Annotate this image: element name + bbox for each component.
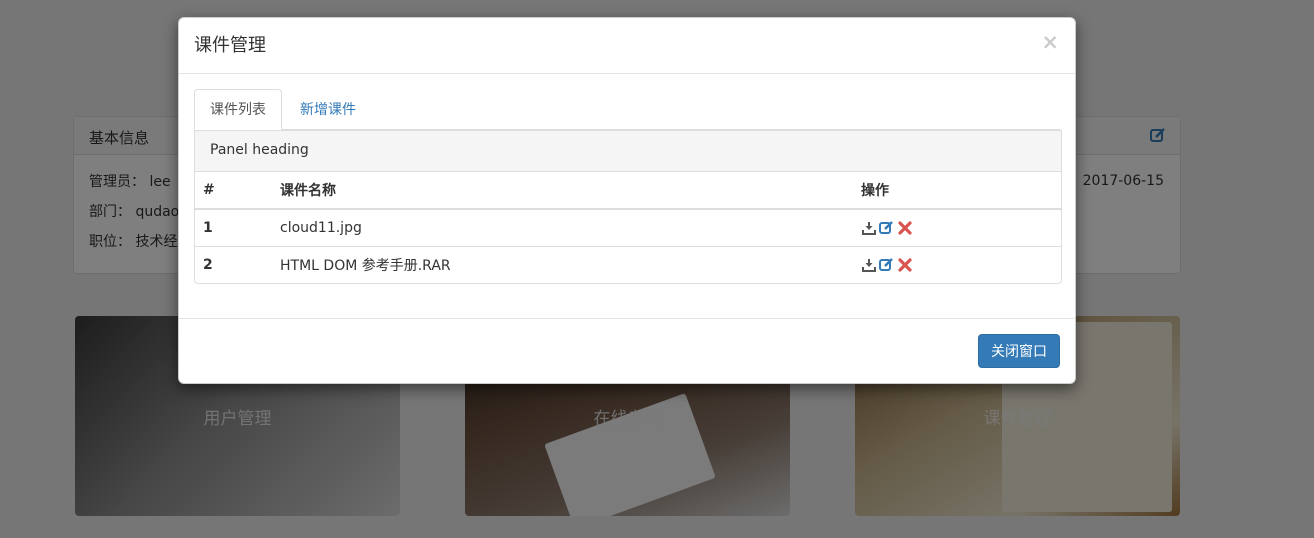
- modal-body: 课件列表 新增课件 Panel heading # 课件名称 操作 1 clou…: [179, 74, 1075, 320]
- close-window-button[interactable]: 关闭窗口: [978, 334, 1060, 368]
- edit-icon[interactable]: [879, 257, 894, 272]
- row-actions: [853, 209, 1061, 246]
- row-num: 2: [203, 256, 213, 273]
- panel-heading: Panel heading: [195, 130, 1061, 172]
- courseware-table: # 课件名称 操作 1 cloud11.jpg 2 HTML DOM 参考手册.…: [195, 172, 1061, 283]
- header-num: #: [203, 182, 215, 198]
- delete-icon[interactable]: [897, 220, 912, 235]
- tab-courseware-list[interactable]: 课件列表: [194, 89, 282, 130]
- row-name: cloud11.jpg: [280, 219, 362, 236]
- download-icon[interactable]: [861, 220, 876, 235]
- tab-add-courseware[interactable]: 新增课件: [284, 89, 372, 129]
- table-row: 2 HTML DOM 参考手册.RAR: [195, 246, 1061, 283]
- tab-bar: 课件列表 新增课件: [194, 89, 1060, 130]
- delete-icon[interactable]: [897, 257, 912, 272]
- modal-title: 课件管理: [194, 35, 266, 56]
- header-name: 课件名称: [280, 183, 336, 199]
- row-actions: [853, 246, 1061, 283]
- modal-header: 课件管理 ×: [179, 18, 1075, 74]
- courseware-panel: Panel heading # 课件名称 操作 1 cloud11.jpg 2 …: [194, 130, 1062, 284]
- table-row: 1 cloud11.jpg: [195, 209, 1061, 246]
- row-num: 1: [203, 219, 213, 236]
- courseware-modal: 课件管理 × 课件列表 新增课件 Panel heading # 课件名称 操作: [178, 17, 1076, 384]
- download-icon[interactable]: [861, 257, 876, 272]
- close-icon[interactable]: ×: [1041, 32, 1059, 53]
- modal-footer: 关闭窗口: [179, 318, 1075, 383]
- table-header-row: # 课件名称 操作: [195, 172, 1061, 209]
- row-name: HTML DOM 参考手册.RAR: [280, 257, 451, 274]
- header-actions: 操作: [861, 183, 889, 199]
- edit-icon[interactable]: [879, 220, 894, 235]
